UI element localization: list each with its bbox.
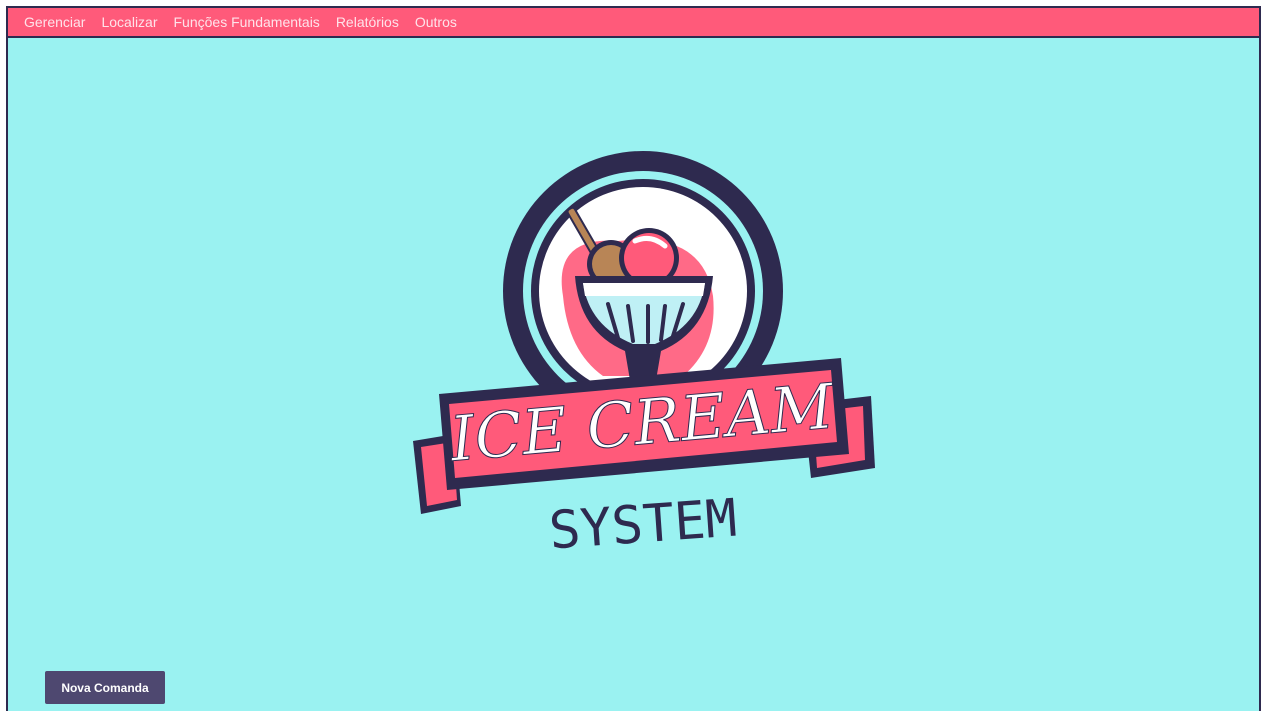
nova-comanda-button[interactable]: Nova Comanda	[45, 671, 165, 704]
menu-item-relatorios[interactable]: Relatórios	[336, 14, 399, 30]
menu-item-gerenciar[interactable]: Gerenciar	[24, 14, 85, 30]
menu-item-localizar[interactable]: Localizar	[101, 14, 157, 30]
main-window: Gerenciar Localizar Funções Fundamentais…	[6, 6, 1261, 711]
logo-title-line2: SYSTEM	[547, 489, 739, 562]
menu-bar: Gerenciar Localizar Funções Fundamentais…	[8, 8, 1259, 38]
menu-item-outros[interactable]: Outros	[415, 14, 457, 30]
ice-cream-system-logo: ICE CREAM SYSTEM	[413, 151, 875, 562]
menu-item-funcoes-fundamentais[interactable]: Funções Fundamentais	[174, 14, 320, 30]
